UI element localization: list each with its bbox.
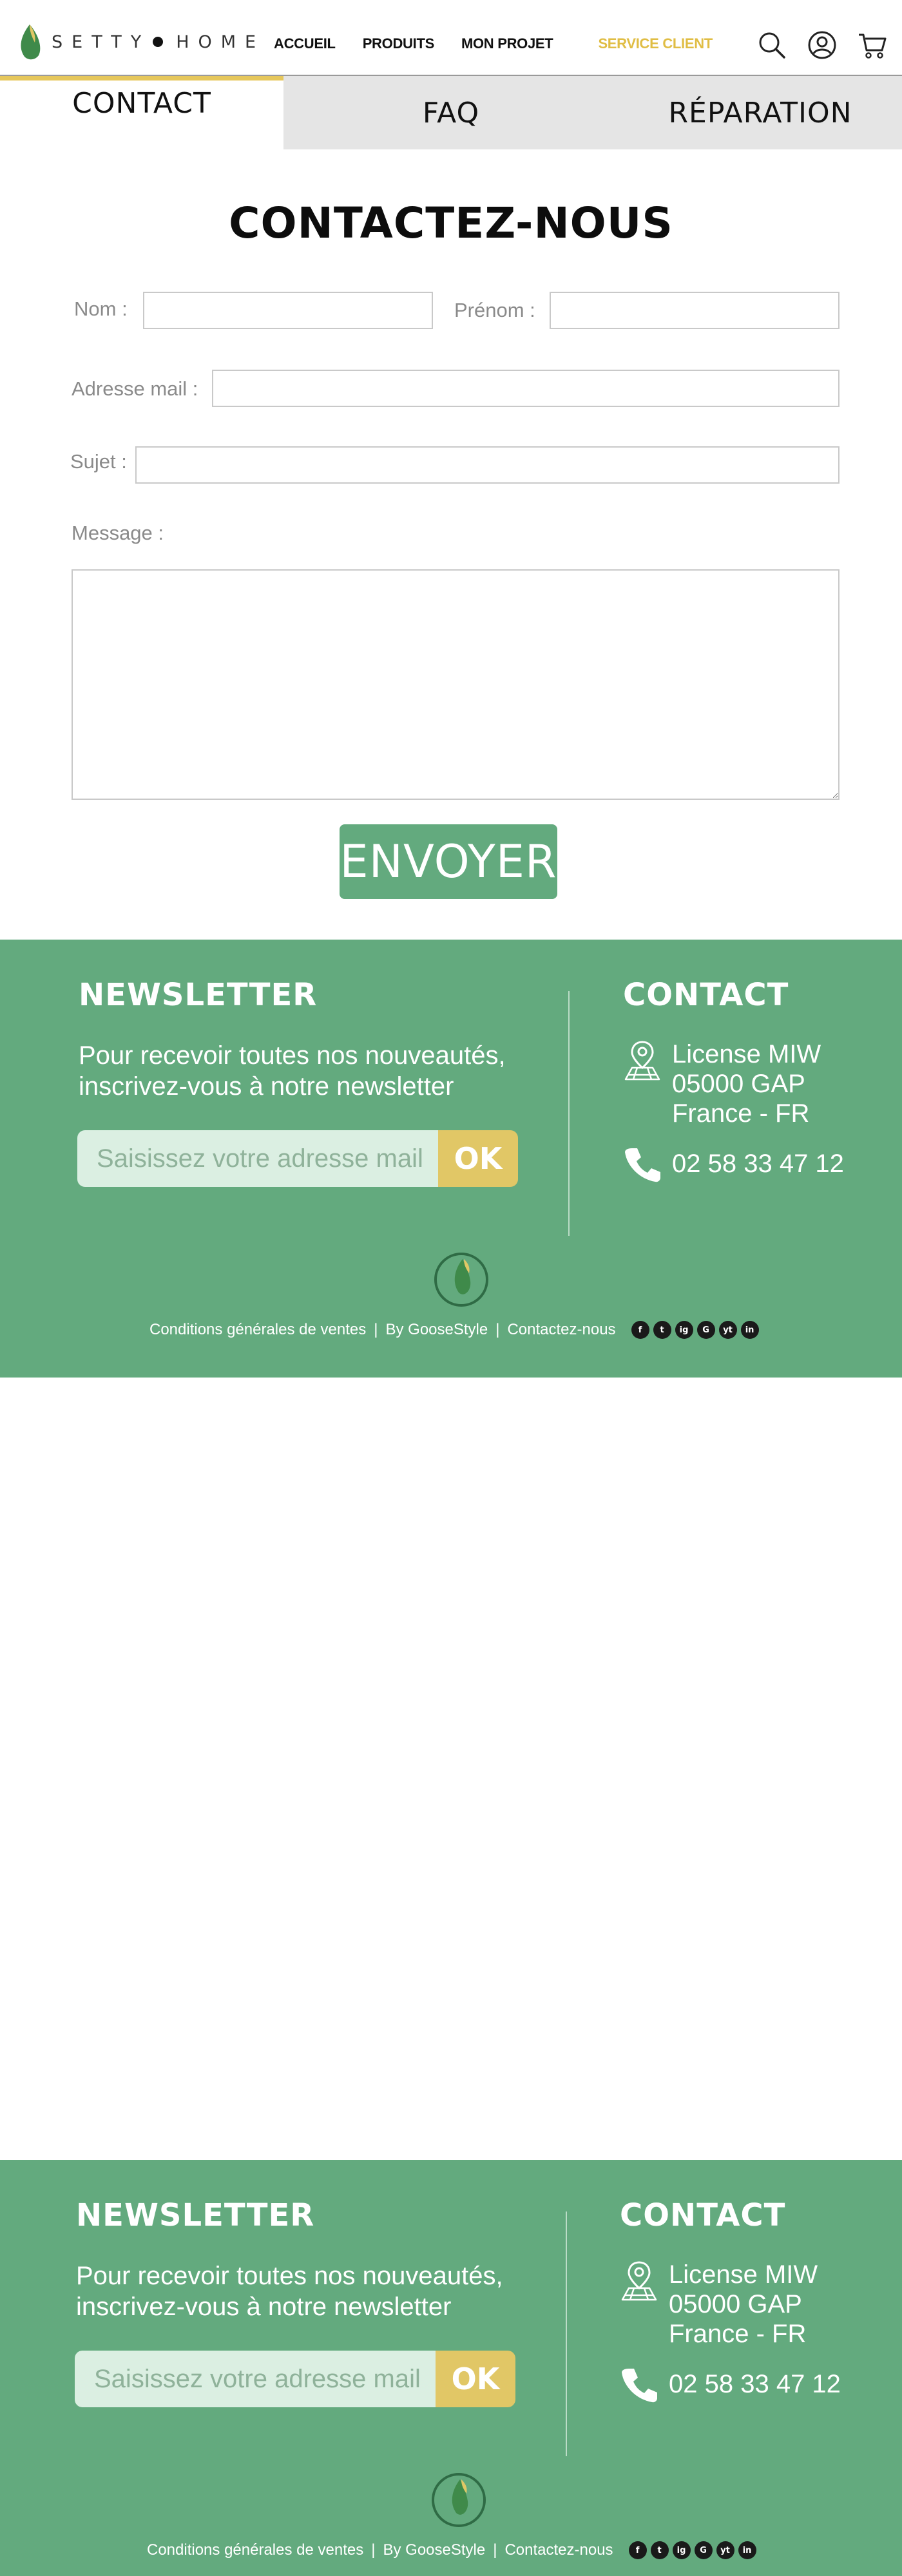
- youtube-icon[interactable]: yt: [716, 2541, 734, 2559]
- tab-reparation[interactable]: RÉPARATION: [619, 76, 902, 149]
- newsletter-title: NEWSLETTER: [76, 2197, 315, 2233]
- sujet-input[interactable]: [135, 446, 840, 484]
- address-line-1: License MIW: [672, 1040, 821, 1068]
- brand-wordmark: SETTY HOME: [52, 32, 265, 52]
- social-icons: f t ig G yt in: [628, 2541, 760, 2559]
- cart-icon[interactable]: [857, 30, 888, 61]
- email-label: Adresse mail :: [72, 377, 198, 400]
- service-tabs: CONTACT FAQ RÉPARATION: [0, 76, 902, 149]
- prenom-label: Prénom :: [454, 299, 535, 321]
- brand-dot: [153, 37, 164, 47]
- linkedin-icon[interactable]: in: [740, 1321, 759, 1339]
- nav-item-service-client[interactable]: SERVICE CLIENT: [598, 35, 713, 52]
- search-icon[interactable]: [756, 30, 787, 61]
- newsletter-title: NEWSLETTER: [79, 977, 318, 1013]
- twitter-icon[interactable]: t: [653, 1321, 671, 1339]
- newsletter-email-input[interactable]: Saisissez votre adresse mail: [77, 1130, 438, 1187]
- address-line-1: License MIW: [669, 2260, 818, 2289]
- link-goosestyle[interactable]: By GooseStyle: [383, 2541, 485, 2559]
- facebook-icon[interactable]: f: [631, 1321, 649, 1339]
- tab-contact-label: CONTACT: [72, 87, 211, 120]
- brand-name-right: HOME: [176, 32, 265, 52]
- contact-address: License MIW 05000 GAP France - FR: [672, 1039, 821, 1128]
- prenom-input[interactable]: [550, 292, 840, 329]
- send-button[interactable]: ENVOYER: [340, 824, 557, 899]
- youtube-icon[interactable]: yt: [718, 1321, 737, 1339]
- link-separator: |: [495, 1321, 500, 1338]
- linkedin-icon[interactable]: in: [738, 2541, 756, 2559]
- tab-contact[interactable]: CONTACT: [0, 76, 283, 149]
- location-pin-icon: [621, 2261, 657, 2301]
- phone-icon: [622, 2369, 657, 2403]
- footer-divider: [568, 991, 570, 1236]
- phone-icon: [625, 1148, 660, 1182]
- brand-logo[interactable]: SETTY HOME: [17, 23, 265, 61]
- footer-divider: [566, 2211, 567, 2456]
- nav-item-mon-projet[interactable]: MON PROJET: [461, 35, 553, 52]
- link-separator: |: [493, 2541, 497, 2559]
- main-nav: ACCUEIL PRODUITS MON PROJET SERVICE CLIE…: [274, 35, 740, 52]
- twitter-icon[interactable]: t: [650, 2541, 669, 2559]
- tab-faq-label: FAQ: [422, 96, 480, 129]
- google-icon[interactable]: G: [696, 1321, 715, 1339]
- address-line-2: 05000 GAP: [669, 2290, 802, 2318]
- footer-links: Conditions générales de ventes | By Goos…: [147, 2541, 760, 2559]
- link-contactez-nous[interactable]: Contactez-nous: [504, 2541, 613, 2559]
- contact-title: CONTACT: [623, 977, 789, 1013]
- link-contactez-nous[interactable]: Contactez-nous: [507, 1321, 615, 1339]
- contact-address: License MIW 05000 GAP France - FR: [669, 2260, 818, 2349]
- address-line-2: 05000 GAP: [672, 1070, 805, 1098]
- tab-reparation-label: RÉPARATION: [668, 96, 852, 129]
- nav-item-accueil[interactable]: ACCUEIL: [274, 35, 336, 52]
- site-footer: NEWSLETTER Pour recevoir toutes nos nouv…: [0, 940, 902, 1378]
- newsletter-ok-button[interactable]: OK: [436, 2351, 515, 2407]
- message-label: Message :: [72, 522, 164, 544]
- brand-name-left: SETTY: [52, 32, 151, 52]
- message-textarea[interactable]: [72, 569, 840, 800]
- contact-phone: 02 58 33 47 12: [669, 2370, 841, 2398]
- brand-emblem-icon: [434, 1253, 488, 1307]
- nom-label: Nom :: [74, 298, 128, 320]
- instagram-icon[interactable]: ig: [675, 1321, 693, 1339]
- link-goosestyle[interactable]: By GooseStyle: [385, 1321, 488, 1339]
- facebook-icon[interactable]: f: [628, 2541, 647, 2559]
- newsletter-text: Pour recevoir toutes nos nouveautés, ins…: [79, 1041, 506, 1101]
- site-footer-repeat: NEWSLETTER Pour recevoir toutes nos nouv…: [0, 2160, 902, 2576]
- contact-phone: 02 58 33 47 12: [672, 1150, 844, 1178]
- newsletter-email-input[interactable]: Saisissez votre adresse mail: [75, 2351, 436, 2407]
- link-separator: |: [371, 2541, 376, 2559]
- google-icon[interactable]: G: [694, 2541, 713, 2559]
- tab-faq[interactable]: FAQ: [283, 76, 619, 149]
- link-cgv[interactable]: Conditions générales de ventes: [147, 2541, 363, 2559]
- footer-links: Conditions générales de ventes | By Goos…: [149, 1321, 763, 1339]
- brand-emblem-icon: [432, 2473, 486, 2527]
- page-title: CONTACTEZ-NOUS: [229, 198, 673, 248]
- social-icons: f t ig G yt in: [631, 1321, 763, 1339]
- address-line-3: France - FR: [672, 1099, 810, 1128]
- contact-title: CONTACT: [620, 2197, 786, 2233]
- location-pin-icon: [624, 1041, 660, 1081]
- nav-item-produits[interactable]: PRODUITS: [363, 35, 435, 52]
- account-icon[interactable]: [807, 30, 838, 61]
- leaf-logo-icon: [21, 24, 41, 60]
- email-input[interactable]: [212, 370, 840, 407]
- instagram-icon[interactable]: ig: [672, 2541, 691, 2559]
- address-line-3: France - FR: [669, 2320, 807, 2348]
- sujet-label: Sujet :: [70, 450, 127, 473]
- header-actions: [737, 30, 888, 61]
- newsletter-text: Pour recevoir toutes nos nouveautés, ins…: [76, 2262, 503, 2321]
- link-separator: |: [374, 1321, 378, 1338]
- link-cgv[interactable]: Conditions générales de ventes: [149, 1321, 366, 1339]
- site-header: SETTY HOME ACCUEIL PRODUITS MON PROJET S…: [0, 0, 902, 76]
- nom-input[interactable]: [143, 292, 433, 329]
- newsletter-ok-button[interactable]: OK: [438, 1130, 518, 1187]
